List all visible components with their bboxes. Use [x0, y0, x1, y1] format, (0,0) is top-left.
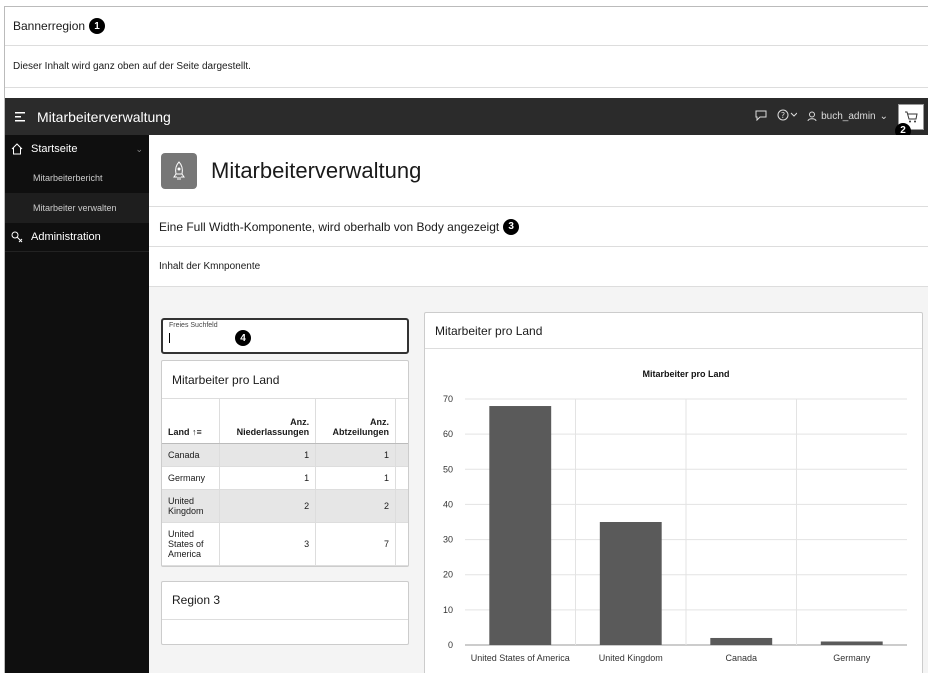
table-row: Germany 1 1 [162, 466, 408, 490]
user-icon [807, 111, 817, 122]
sidebar-nav: Startseite ⌄ Mitarbeiterbericht Mitarbei… [5, 135, 149, 673]
chart-title: Mitarbeiter pro Land [642, 369, 729, 379]
table-cell: 1 [219, 466, 317, 490]
banner-title: Bannerregion [13, 19, 86, 33]
column-header-land[interactable]: Land ↑≡ [162, 399, 221, 444]
search-field[interactable]: Freies Suchfeld 4 [161, 318, 409, 354]
y-tick-label: 20 [443, 570, 453, 580]
chat-icon[interactable] [755, 110, 767, 124]
table-cell: Germany [162, 466, 221, 490]
table-cell: 3 [219, 522, 317, 566]
y-tick-label: 30 [443, 535, 453, 545]
chart-region: Mitarbeiter pro Land Mitarbeiter pro Lan… [424, 312, 923, 673]
hero-region: Mitarbeiterverwaltung [149, 135, 928, 207]
table-cell: 1 [315, 443, 396, 467]
x-tick-label: Canada [725, 653, 757, 663]
table-cell: United Kingdom [162, 489, 221, 523]
table-cell: 2 [219, 489, 317, 523]
callout-badge-1: 1 [89, 18, 106, 34]
report-region: Mitarbeiter pro Land Land ↑≡ Anz. Nieder… [161, 360, 409, 567]
cart-button[interactable]: 2 [895, 103, 924, 139]
sidebar-item-label: Administration [31, 231, 101, 243]
text-cursor [169, 333, 170, 343]
sidebar-item-startseite[interactable]: Startseite ⌄ [5, 135, 149, 163]
y-tick-label: 10 [443, 605, 453, 615]
y-tick-label: 40 [443, 499, 453, 509]
user-name: buch_admin [821, 111, 876, 122]
column-header-niederlassungen[interactable]: Anz. Niederlassungen [219, 399, 317, 444]
sidebar-item-mitarbeiter-verwalten[interactable]: Mitarbeiter verwalten [5, 193, 149, 223]
help-icon[interactable]: ? [777, 109, 798, 124]
sort-asc-icon: ↑≡ [192, 426, 202, 437]
table-row: Canada 1 1 [162, 443, 408, 467]
x-tick-label: Germany [833, 653, 871, 663]
chart-region-title: Mitarbeiter pro Land [425, 313, 922, 349]
column-header-abteilungen[interactable]: Anz. Abtzeilungen [315, 399, 396, 444]
x-tick-label: United States of America [471, 653, 570, 663]
page-title: Mitarbeiterverwaltung [211, 157, 422, 183]
table-row: United Kingdom 2 2 [162, 489, 408, 523]
sidebar-item-label: Startseite [31, 143, 78, 155]
bar [820, 641, 883, 645]
hamburger-icon[interactable] [9, 109, 33, 125]
top-navigation-bar: Mitarbeiterverwaltung ? buch_admin ⌄ 2 [5, 98, 928, 139]
y-tick-label: 0 [448, 640, 453, 650]
region-3-title: Region 3 [162, 582, 408, 620]
home-icon [11, 143, 23, 155]
full-width-text: Inhalt der Kmnponente [159, 261, 261, 272]
full-width-region-body: Inhalt der Kmnponente [149, 247, 928, 287]
full-width-region-header: Eine Full Width-Komponente, wird oberhal… [149, 207, 928, 247]
banner-text: Dieser Inhalt wird ganz oben auf der Sei… [13, 61, 251, 72]
callout-badge-4: 4 [235, 330, 251, 346]
y-tick-label: 70 [443, 394, 453, 404]
table-cell: United States of America [162, 522, 221, 566]
table-row: United States of America 3 7 [162, 522, 408, 566]
table-cell: 1 [219, 443, 317, 467]
chevron-down-icon[interactable]: ⌄ [135, 144, 143, 155]
rocket-icon [161, 152, 197, 189]
svg-text:?: ? [781, 111, 785, 120]
y-tick-label: 50 [443, 464, 453, 474]
report-table: Land ↑≡ Anz. Niederlassungen Anz. Abtzei… [162, 399, 408, 566]
table-cell: 7 [315, 522, 396, 566]
chevron-down-icon: ⌄ [879, 111, 888, 122]
sidebar-item-administration[interactable]: Administration [5, 223, 149, 252]
bar [489, 406, 552, 645]
search-label: Freies Suchfeld [169, 322, 218, 329]
page-frame: Bannerregion 1 Dieser Inhalt wird ganz o… [4, 6, 928, 673]
bar-chart: Mitarbeiter pro Land 0 10 20 30 40 50 60 70 Unite… [443, 369, 907, 663]
region-3: Region 3 [161, 580, 409, 645]
table-cell: 2 [315, 489, 396, 523]
x-tick-label: United Kingdom [599, 653, 663, 663]
column-header-overflow [395, 399, 408, 444]
full-width-title: Eine Full Width-Komponente, wird oberhal… [159, 219, 500, 234]
table-cell: 1 [315, 466, 396, 490]
callout-badge-3: 3 [503, 218, 520, 235]
banner-region-body: Dieser Inhalt wird ganz oben auf der Sei… [5, 46, 928, 88]
user-menu[interactable]: buch_admin ⌄ [807, 111, 888, 122]
cart-icon [905, 111, 918, 122]
table-cell: Canada [162, 443, 221, 467]
y-tick-label: 60 [443, 429, 453, 439]
app-title[interactable]: Mitarbeiterverwaltung [37, 109, 171, 125]
body-content: Mitarbeiterverwaltung Eine Full Width-Ko… [149, 135, 928, 673]
sidebar-item-mitarbeiterbericht[interactable]: Mitarbeiterbericht [5, 163, 149, 193]
admin-icon [11, 231, 23, 243]
report-title: Mitarbeiter pro Land [162, 361, 408, 399]
bar [599, 522, 662, 645]
banner-region-header: Bannerregion 1 [5, 7, 928, 46]
bar [710, 637, 773, 645]
